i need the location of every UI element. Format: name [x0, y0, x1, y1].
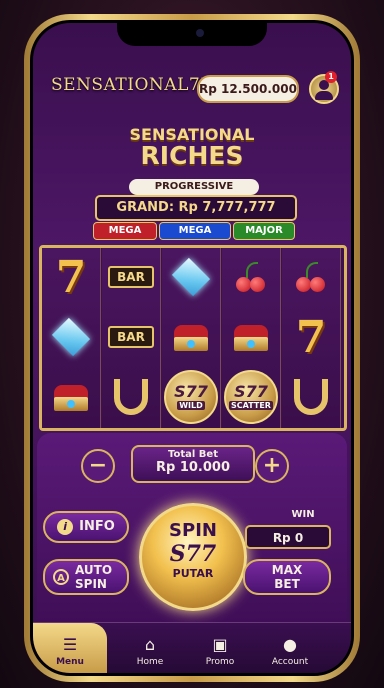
bottom-nav: ☰ Menu ⌂ Home ▣ Promo ● Account: [33, 622, 351, 673]
spin-logo: S77: [169, 541, 217, 567]
diamond-icon: [171, 257, 211, 297]
total-bet-display: Total Bet Rp 10.000: [131, 445, 255, 483]
win-label: WIN: [291, 509, 315, 520]
seven-text: 7: [295, 311, 327, 363]
reel-column: 7: [42, 248, 101, 428]
scatter-coin-icon: S77 SCATTER: [224, 370, 278, 424]
nav-label: Home: [136, 657, 164, 667]
jackpot-tiers: MEGA MEGA MAJOR: [93, 222, 295, 240]
slot-reels: 7 BAR BAR S77 WILD S77 SCATTER 7: [39, 245, 347, 431]
notification-badge: 1: [325, 71, 337, 83]
spin-label: SPIN: [169, 520, 217, 541]
horseshoe-symbol: [102, 368, 160, 426]
jackpot-value: GRAND: Rp 7,777,777: [95, 195, 297, 221]
seven-text: 7: [55, 251, 87, 303]
scatter-symbol: S77 SCATTER: [222, 368, 280, 426]
info-icon: i: [57, 518, 74, 535]
user-icon-body: [315, 91, 333, 100]
app-logo: SENSATIONAL77: [51, 75, 212, 95]
crown-symbol: [42, 368, 100, 426]
gift-icon: ▣: [212, 635, 228, 654]
tier-badge: MEGA: [159, 222, 231, 240]
nav-label: Account: [271, 657, 309, 667]
win-value: Rp 0: [245, 525, 331, 549]
bar-symbol: BAR: [102, 248, 160, 306]
tier-badge: MEGA: [93, 222, 157, 240]
horseshoe-symbol: [282, 368, 340, 426]
account-icon: ●: [283, 635, 297, 654]
horseshoe-icon: [114, 379, 148, 415]
phone-screen: SENSATIONAL77 Rp 12.500.000 1 SENSATIONA…: [30, 20, 354, 676]
reel-column: BAR BAR: [102, 248, 161, 428]
seven-symbol: 7: [282, 308, 340, 366]
nav-item-promo[interactable]: ▣ Promo: [187, 635, 253, 668]
max-bet-button[interactable]: MAX BET: [243, 559, 331, 595]
total-bet-value: Rp 10.000: [155, 460, 230, 475]
info-label: INFO: [79, 519, 115, 534]
bar-symbol: BAR: [102, 308, 160, 366]
max-bet-label-2: BET: [274, 577, 300, 591]
diamond-symbol: [162, 248, 220, 306]
wild-symbol: S77 WILD: [162, 368, 220, 426]
camera-icon: [196, 29, 204, 37]
nav-item-menu[interactable]: ☰ Menu: [37, 635, 103, 668]
scatter-label: SCATTER: [229, 401, 273, 410]
wild-coin-icon: S77 WILD: [164, 370, 218, 424]
crown-icon: [172, 323, 210, 351]
phone-frame: SENSATIONAL77 Rp 12.500.000 1 SENSATIONA…: [24, 14, 360, 682]
top-bar: SENSATIONAL77 Rp 12.500.000 1: [33, 71, 351, 105]
reel-column: 7: [282, 248, 341, 428]
nav-label: Menu: [56, 657, 84, 667]
bar-text: BAR: [108, 266, 154, 288]
cherry-symbol: [222, 248, 280, 306]
control-panel: − Total Bet Rp 10.000 + i INFO A AUTO SPI…: [37, 433, 347, 629]
jackpot-label: PROGRESSIVE JACKPOT: [129, 179, 259, 208]
coin-text: S77: [174, 382, 208, 401]
game-title-line2: RICHES: [140, 141, 244, 170]
tier-badge: MAJOR: [233, 222, 295, 240]
seven-symbol: 7: [42, 248, 100, 306]
nav-item-home[interactable]: ⌂ Home: [117, 635, 183, 668]
balance-display[interactable]: Rp 12.500.000: [197, 75, 299, 103]
auto-icon: A: [53, 569, 69, 585]
home-icon: ⌂: [144, 635, 156, 654]
phone-notch: [117, 20, 267, 46]
bar-text: BAR: [108, 326, 154, 348]
auto-spin-button[interactable]: A AUTO SPIN: [43, 559, 129, 595]
spin-button[interactable]: SPIN S77 PUTAR: [139, 503, 247, 611]
nav-label: Promo: [205, 657, 235, 667]
max-bet-label-1: MAX: [271, 563, 303, 577]
reel-column: S77 SCATTER: [222, 248, 281, 428]
crown-icon: [52, 383, 90, 411]
spin-sub-label: PUTAR: [172, 567, 214, 580]
crown-symbol: [162, 308, 220, 366]
info-button[interactable]: i INFO: [43, 511, 129, 543]
decrease-bet-button[interactable]: −: [81, 449, 115, 483]
reel-column: S77 WILD: [162, 248, 221, 428]
diamond-symbol: [42, 308, 100, 366]
coin-text: S77: [234, 382, 268, 401]
menu-icon: ☰: [62, 635, 78, 654]
wild-label: WILD: [177, 401, 205, 410]
cherry-symbol: [282, 248, 340, 306]
app-screen: SENSATIONAL77 Rp 12.500.000 1 SENSATIONA…: [33, 23, 351, 673]
total-bet-label: Total Bet: [168, 449, 218, 460]
diamond-icon: [51, 317, 91, 357]
auto-spin-label-2: SPIN: [75, 577, 107, 591]
horseshoe-icon: [294, 379, 328, 415]
crown-icon: [232, 323, 270, 351]
cherry-icon: [294, 262, 328, 292]
cherry-icon: [234, 262, 268, 292]
nav-item-account[interactable]: ● Account: [257, 635, 323, 668]
auto-spin-label-1: AUTO: [75, 563, 113, 577]
increase-bet-button[interactable]: +: [255, 449, 289, 483]
crown-symbol: [222, 308, 280, 366]
